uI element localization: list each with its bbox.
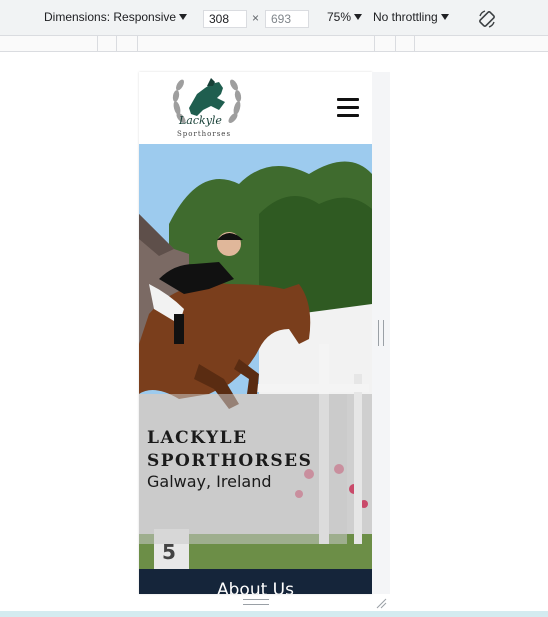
bottom-strip (0, 611, 548, 617)
hero-title: LACKYLE SPORTHORSES (147, 428, 313, 471)
chevron-down-icon (179, 14, 188, 20)
times-sign: × (252, 11, 260, 25)
chevron-down-icon (440, 14, 449, 20)
hamburger-menu-icon[interactable] (337, 98, 359, 118)
corner-resize-icon[interactable] (375, 597, 387, 609)
ruler-tick (116, 36, 117, 52)
device-viewport: Lackyle Sporthorses 5 LACKYLE SPORTHORSE… (139, 72, 372, 594)
logo-script: Lackyle (179, 114, 222, 127)
ruler-tick (137, 36, 138, 52)
zoom-dropdown[interactable]: 75% (327, 10, 363, 24)
throttling-dropdown[interactable]: No throttling (373, 10, 449, 24)
chevron-down-icon (354, 14, 363, 20)
zoom-label: 75% (327, 10, 352, 24)
ruler-tick (374, 36, 375, 52)
height-input[interactable]: 693 (265, 10, 309, 28)
device-toolbar: Dimensions: Responsive 308 × 693 75% No … (0, 0, 548, 36)
rotate-icon[interactable] (477, 9, 497, 29)
about-heading: About Us (217, 580, 294, 594)
hero-section: 5 (139, 144, 372, 569)
media-query-ruler[interactable] (0, 36, 548, 52)
throttling-label: No throttling (373, 10, 438, 24)
ruler-tick (395, 36, 396, 52)
hero-subtitle: Galway, Ireland (147, 472, 272, 491)
resize-grip-icon[interactable] (378, 320, 384, 346)
dimensions-dropdown[interactable]: Dimensions: Responsive (44, 10, 188, 24)
site-header: Lackyle Sporthorses (139, 72, 372, 144)
logo-caption: Sporthorses (177, 130, 232, 138)
width-input[interactable]: 308 (203, 10, 247, 28)
bottom-resize-grip-icon[interactable] (243, 599, 269, 605)
ruler-tick (414, 36, 415, 52)
ruler-tick (97, 36, 98, 52)
dimensions-label: Dimensions: Responsive (44, 10, 177, 24)
